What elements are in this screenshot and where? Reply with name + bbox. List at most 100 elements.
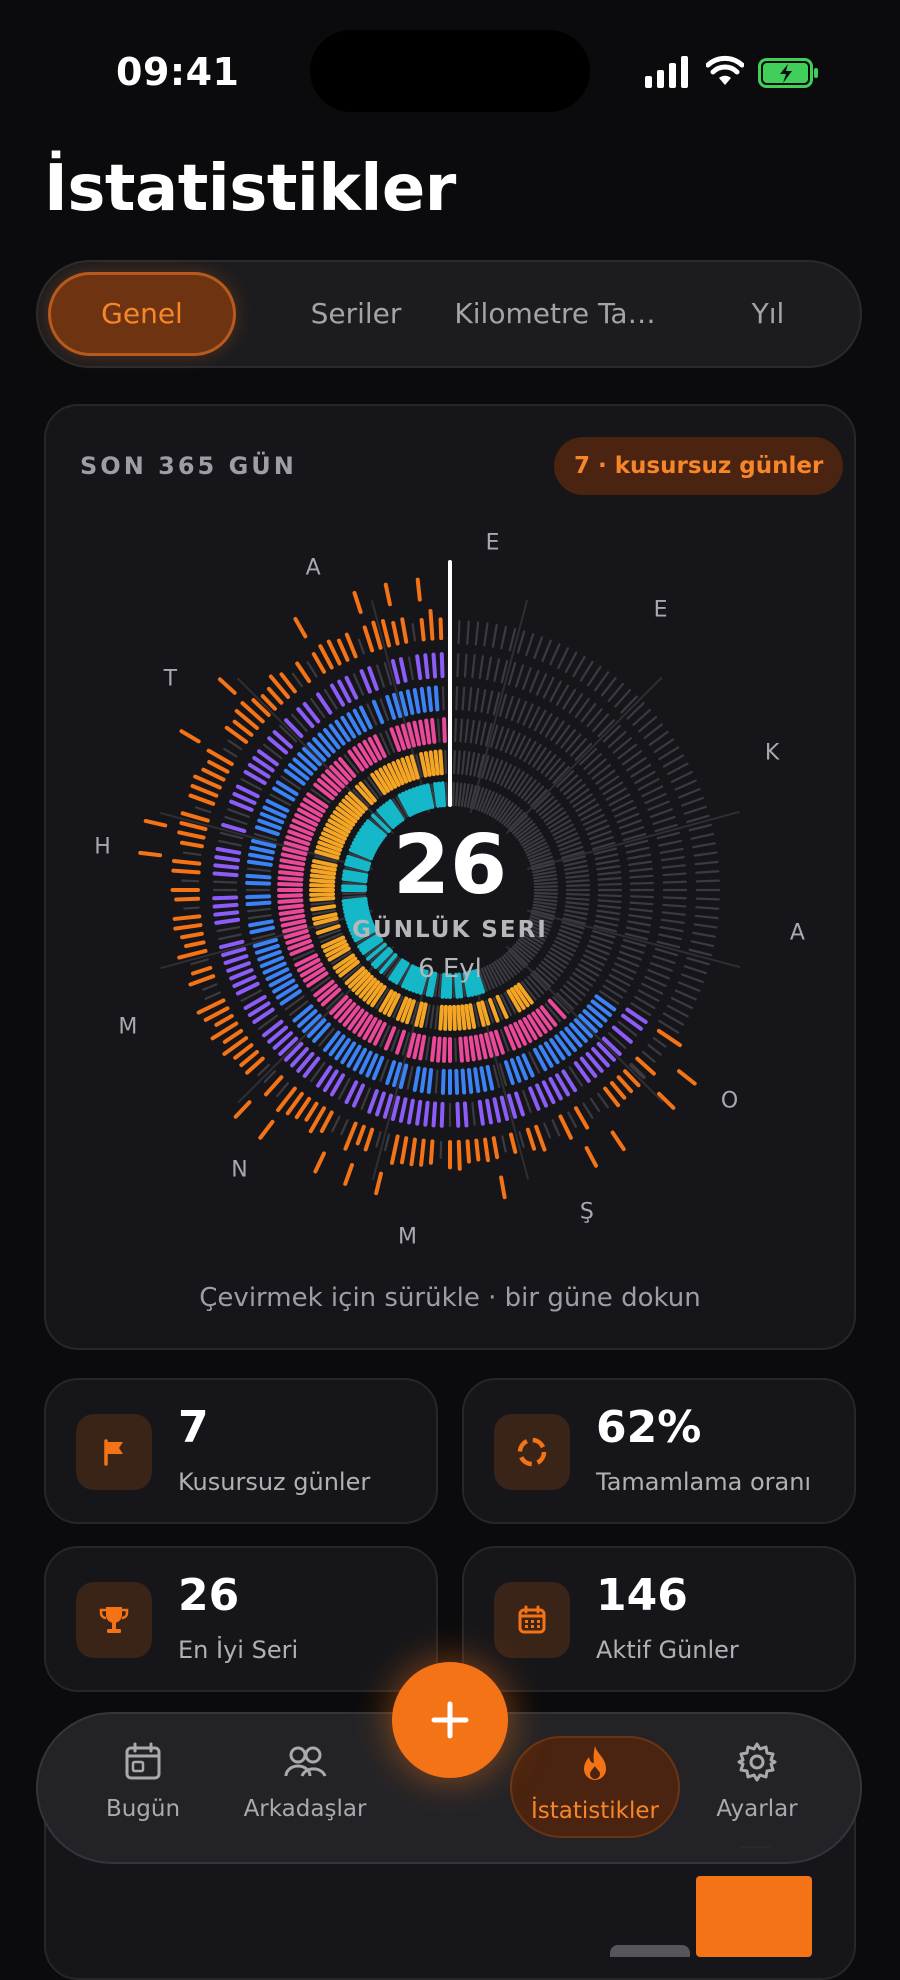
day-tick bbox=[542, 676, 555, 699]
day-tick bbox=[340, 1119, 349, 1136]
nav-arkadaslar[interactable]: Arkadaşlar bbox=[230, 1736, 380, 1838]
tab-yil[interactable]: Yıl bbox=[688, 272, 848, 356]
day-tick bbox=[400, 617, 409, 644]
day-tick bbox=[399, 1136, 409, 1165]
add-button[interactable] bbox=[392, 1662, 508, 1778]
segmented-tabs: Genel Seriler Kilometre Ta… Yıl bbox=[36, 260, 862, 368]
streak-date: 6 Eyl bbox=[418, 954, 482, 984]
day-tick bbox=[486, 690, 494, 715]
day-tick bbox=[245, 900, 272, 907]
day-tick bbox=[658, 746, 680, 761]
day-tick bbox=[423, 653, 430, 680]
day-tick bbox=[193, 774, 222, 790]
day-tick bbox=[662, 896, 687, 900]
day-tick bbox=[468, 1035, 476, 1062]
month-label: K bbox=[764, 740, 780, 766]
day-tick bbox=[516, 700, 528, 724]
day-tick bbox=[419, 686, 427, 713]
day-tick bbox=[375, 1131, 382, 1148]
outer-tick bbox=[258, 1119, 275, 1140]
day-tick bbox=[439, 1101, 445, 1128]
day-tick bbox=[629, 895, 654, 899]
day-tick bbox=[306, 661, 318, 678]
tab-seriler[interactable]: Seriler bbox=[276, 272, 436, 356]
day-tick bbox=[451, 781, 455, 807]
tab-kilometre-taslari[interactable]: Kilometre Ta… bbox=[440, 272, 670, 356]
day-tick bbox=[508, 1132, 518, 1154]
month-label: O bbox=[720, 1088, 739, 1114]
day-tick bbox=[647, 1044, 662, 1056]
chart-bar bbox=[610, 1945, 690, 1957]
day-tick bbox=[474, 720, 481, 745]
day-tick bbox=[628, 914, 653, 920]
day-tick bbox=[652, 815, 676, 825]
day-tick bbox=[529, 670, 540, 693]
cellular-signal-icon bbox=[645, 56, 688, 88]
tab-genel[interactable]: Genel bbox=[48, 272, 236, 356]
day-tick bbox=[326, 639, 342, 666]
day-tick bbox=[618, 819, 642, 830]
day-tick bbox=[666, 762, 689, 776]
day-tick bbox=[429, 1004, 435, 1029]
nav-istatistikler[interactable]: İstatistikler bbox=[510, 1736, 680, 1838]
day-tick bbox=[466, 620, 470, 645]
nav-bugun[interactable]: Bugün bbox=[68, 1736, 218, 1838]
day-tick bbox=[419, 618, 426, 642]
day-tick bbox=[172, 914, 202, 921]
day-tick bbox=[266, 686, 284, 705]
day-tick bbox=[670, 997, 693, 1010]
day-tick bbox=[695, 897, 720, 901]
calendar-icon bbox=[494, 1582, 570, 1658]
day-tick bbox=[510, 698, 521, 722]
day-tick bbox=[659, 847, 684, 854]
day-tick bbox=[433, 685, 440, 712]
day-tick bbox=[692, 842, 717, 849]
day-tick bbox=[492, 1097, 502, 1123]
day-tick bbox=[457, 620, 461, 645]
day-tick bbox=[277, 876, 304, 882]
day-tick bbox=[683, 805, 707, 815]
day-tick bbox=[625, 926, 650, 934]
nav-ayarlar[interactable]: Ayarlar bbox=[682, 1736, 832, 1838]
day-tick bbox=[563, 778, 583, 796]
day-tick bbox=[485, 1098, 493, 1125]
day-tick bbox=[247, 907, 272, 913]
day-tick bbox=[454, 1037, 458, 1062]
day-tick bbox=[693, 923, 718, 929]
day-tick bbox=[534, 1124, 547, 1152]
outer-tick bbox=[499, 1175, 507, 1200]
day-tick bbox=[464, 718, 469, 743]
day-tick bbox=[418, 719, 427, 746]
day-tick bbox=[277, 898, 304, 904]
flame-icon bbox=[584, 1746, 606, 1780]
month-label: A bbox=[789, 920, 805, 946]
day-tick bbox=[207, 759, 230, 774]
day-tick bbox=[471, 1101, 476, 1126]
day-tick bbox=[466, 1068, 474, 1094]
day-tick bbox=[418, 1034, 427, 1061]
day-tick bbox=[183, 906, 200, 910]
day-tick bbox=[637, 989, 660, 1002]
day-tick bbox=[190, 783, 219, 798]
day-tick bbox=[628, 867, 653, 873]
day-tick bbox=[522, 1089, 532, 1113]
day-tick bbox=[461, 750, 466, 775]
day-tick bbox=[558, 1114, 573, 1140]
day-tick bbox=[660, 918, 685, 924]
day-tick bbox=[670, 770, 693, 783]
day-tick bbox=[177, 830, 206, 840]
day-tick bbox=[690, 940, 715, 948]
day-tick bbox=[649, 808, 673, 818]
day-tick bbox=[367, 666, 379, 691]
day-tick bbox=[455, 686, 459, 711]
day-tick bbox=[629, 874, 654, 879]
flawless-days-badge: 7 · kusursuz günler bbox=[554, 437, 844, 495]
day-tick bbox=[525, 1127, 537, 1151]
stat-label: Aktif Günler bbox=[596, 1636, 739, 1664]
day-tick bbox=[431, 1101, 438, 1128]
day-tick bbox=[638, 715, 658, 733]
day-tick bbox=[463, 653, 468, 678]
day-tick bbox=[233, 1043, 254, 1060]
trophy-icon bbox=[76, 1582, 152, 1658]
day-tick bbox=[478, 1033, 488, 1060]
